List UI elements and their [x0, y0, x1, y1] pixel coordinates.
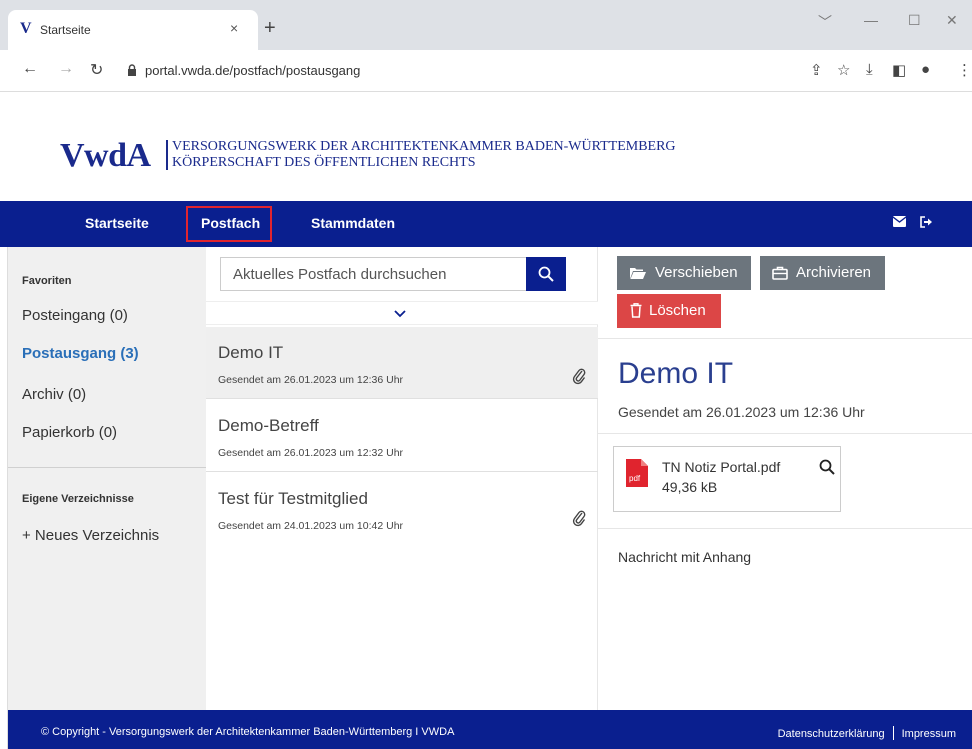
svg-text:pdf: pdf	[629, 474, 641, 483]
tab-search-icon[interactable]: ﹀	[818, 12, 832, 32]
site-header: VwdA VERSORGUNGSWERK DER ARCHITEKTENKAMM…	[0, 92, 972, 201]
site-favicon-icon: V	[20, 20, 32, 37]
folder-open-icon	[630, 268, 646, 279]
archive-button-label: Archivieren	[796, 264, 872, 281]
sidebar-item-postausgang[interactable]: Postausgang (3)	[22, 345, 139, 362]
message-row[interactable]: Test für Testmitglied Gesendet am 24.01.…	[206, 473, 598, 545]
lock-icon	[128, 64, 136, 76]
share-icon[interactable]: ⇪	[810, 61, 823, 79]
browser-tab[interactable]: V Startseite ×	[8, 10, 258, 50]
move-button-label: Verschieben	[655, 264, 738, 281]
nav-postfach[interactable]: Postfach	[201, 215, 260, 231]
briefcase-icon	[772, 266, 788, 280]
expand-search-toggle[interactable]	[206, 301, 598, 325]
attachment-card[interactable]: pdf TN Notiz Portal.pdf 49,36 kB	[613, 446, 841, 512]
pdf-file-icon: pdf	[626, 459, 648, 487]
attachment-size: 49,36 kB	[662, 479, 718, 495]
logo-org-name: VERSORGUNGSWERK DER ARCHITEKTENKAMMER BA…	[172, 139, 676, 154]
detail-divider	[598, 528, 972, 529]
sidebar-item-papierkorb[interactable]: Papierkorb (0)	[22, 424, 117, 441]
chevron-down-icon	[394, 310, 406, 318]
browser-tab-bar: V Startseite × + ﹀ — ☐ ✕	[0, 0, 972, 50]
message-detail-panel: Verschieben Archivieren Löschen Demo IT …	[598, 247, 972, 710]
message-list-panel: Demo IT Gesendet am 26.01.2023 um 12:36 …	[206, 247, 598, 710]
search-button[interactable]	[526, 257, 566, 291]
trash-icon	[630, 303, 642, 318]
window-close-icon[interactable]: ✕	[946, 12, 958, 29]
sidepanel-icon[interactable]: ◧	[892, 61, 906, 79]
logo-org-subtitle: KÖRPERSCHAFT DES ÖFFENTLICHEN RECHTS	[172, 155, 476, 170]
nav-startseite[interactable]: Startseite	[85, 215, 149, 231]
vwda-logo[interactable]: VwdA	[60, 137, 151, 175]
sidebar-divider	[8, 467, 206, 468]
message-date: Gesendet am 26.01.2023 um 12:32 Uhr	[218, 447, 404, 459]
main-nav: Startseite Postfach Stammdaten	[0, 201, 972, 247]
browser-menu-icon[interactable]: ⋮	[957, 61, 972, 79]
search-icon	[538, 266, 554, 282]
paperclip-icon	[572, 368, 586, 385]
footer-links: Datenschutzerklärung Impressum	[778, 726, 956, 740]
sidebar-item-archiv[interactable]: Archiv (0)	[22, 386, 86, 403]
footer-copyright: © Copyright - Versorgungswerk der Archit…	[41, 726, 455, 738]
search-input[interactable]	[220, 257, 526, 291]
url-field[interactable]: portal.vwda.de/postfach/postausgang	[115, 56, 715, 86]
footer-link-divider	[892, 726, 894, 740]
attachment-name[interactable]: TN Notiz Portal.pdf	[662, 459, 780, 475]
profile-avatar-icon[interactable]: ●	[921, 61, 930, 78]
magnifier-icon[interactable]	[819, 459, 835, 475]
new-tab-icon[interactable]: +	[264, 18, 276, 38]
tab-title: Startseite	[40, 23, 91, 37]
privacy-link[interactable]: Datenschutzerklärung	[778, 728, 885, 740]
delete-button[interactable]: Löschen	[617, 294, 721, 328]
move-button[interactable]: Verschieben	[617, 256, 751, 290]
sidebar-item-posteingang[interactable]: Posteingang (0)	[22, 307, 128, 324]
logout-icon[interactable]	[920, 216, 933, 228]
message-date: Gesendet am 24.01.2023 um 10:42 Uhr	[218, 520, 404, 532]
message-date: Gesendet am 26.01.2023 um 12:36 Uhr	[218, 374, 404, 386]
browser-address-bar: ← → ↻ portal.vwda.de/postfach/postausgan…	[0, 50, 972, 92]
tab-close-icon[interactable]: ×	[230, 20, 238, 36]
back-icon[interactable]: ←	[22, 60, 38, 78]
message-body: Nachricht mit Anhang	[618, 549, 752, 565]
minimize-icon[interactable]: —	[864, 12, 878, 28]
message-row[interactable]: Demo IT Gesendet am 26.01.2023 um 12:36 …	[206, 327, 598, 399]
download-icon[interactable]: ⤓	[866, 61, 873, 78]
message-row[interactable]: Demo-Betreff Gesendet am 26.01.2023 um 1…	[206, 400, 598, 472]
envelope-icon[interactable]	[893, 216, 906, 227]
imprint-link[interactable]: Impressum	[902, 728, 956, 740]
folder-sidebar: Favoriten Posteingang (0) Postausgang (3…	[8, 247, 206, 710]
paperclip-icon	[572, 510, 586, 527]
forward-icon[interactable]: →	[58, 60, 74, 78]
detail-sent-date: Gesendet am 26.01.2023 um 12:36 Uhr	[618, 404, 865, 420]
url-text: portal.vwda.de/postfach/postausgang	[145, 63, 361, 78]
archive-button[interactable]: Archivieren	[760, 256, 885, 290]
detail-divider	[598, 433, 972, 434]
new-directory-button[interactable]: + Neues Verzeichnis	[22, 527, 159, 544]
maximize-icon[interactable]: ☐	[908, 12, 921, 29]
logo-divider	[166, 140, 168, 170]
detail-subject: Demo IT	[618, 357, 734, 390]
message-title: Demo-Betreff	[218, 416, 319, 435]
site-footer: © Copyright - Versorgungswerk der Archit…	[8, 710, 972, 749]
message-title: Test für Testmitglied	[218, 489, 368, 508]
own-directories-heading: Eigene Verzeichnisse	[22, 493, 134, 505]
nav-stammdaten[interactable]: Stammdaten	[311, 215, 395, 231]
detail-divider	[598, 338, 972, 339]
reload-icon[interactable]: ↻	[90, 60, 103, 80]
bookmark-star-icon[interactable]: ☆	[837, 61, 850, 79]
message-title: Demo IT	[218, 343, 284, 362]
favorites-heading: Favoriten	[22, 275, 72, 287]
delete-button-label: Löschen	[649, 302, 706, 319]
